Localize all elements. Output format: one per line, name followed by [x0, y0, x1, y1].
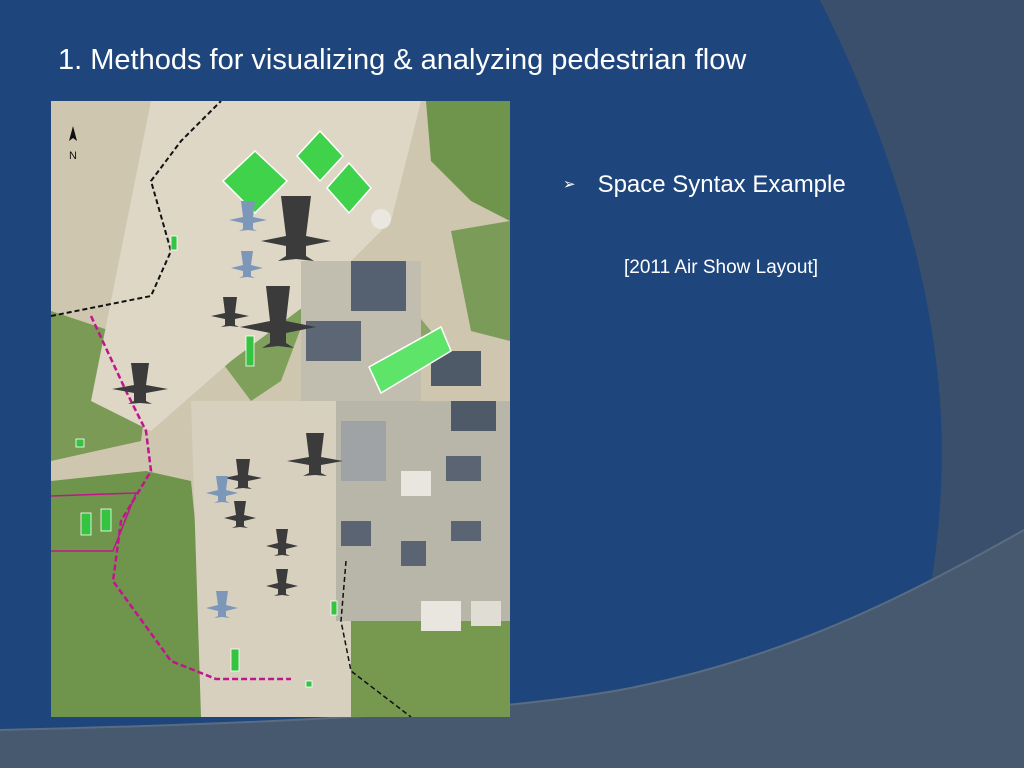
bullet-item: ➢ Space Syntax Example: [563, 171, 846, 199]
svg-text:N: N: [69, 150, 77, 162]
slide: 1. Methods for visualizing & analyzing p…: [0, 0, 1024, 768]
top-right-swoosh: [820, 0, 1024, 620]
aerial-map-drawing: N: [51, 101, 510, 717]
slide-title: 1. Methods for visualizing & analyzing p…: [58, 44, 747, 76]
map-caption: [2011 Air Show Layout]: [624, 257, 818, 278]
bullet-text: Space Syntax Example: [597, 171, 846, 198]
aerial-map-image: N: [51, 101, 510, 717]
bullet-arrow-icon: ➢: [563, 176, 576, 193]
